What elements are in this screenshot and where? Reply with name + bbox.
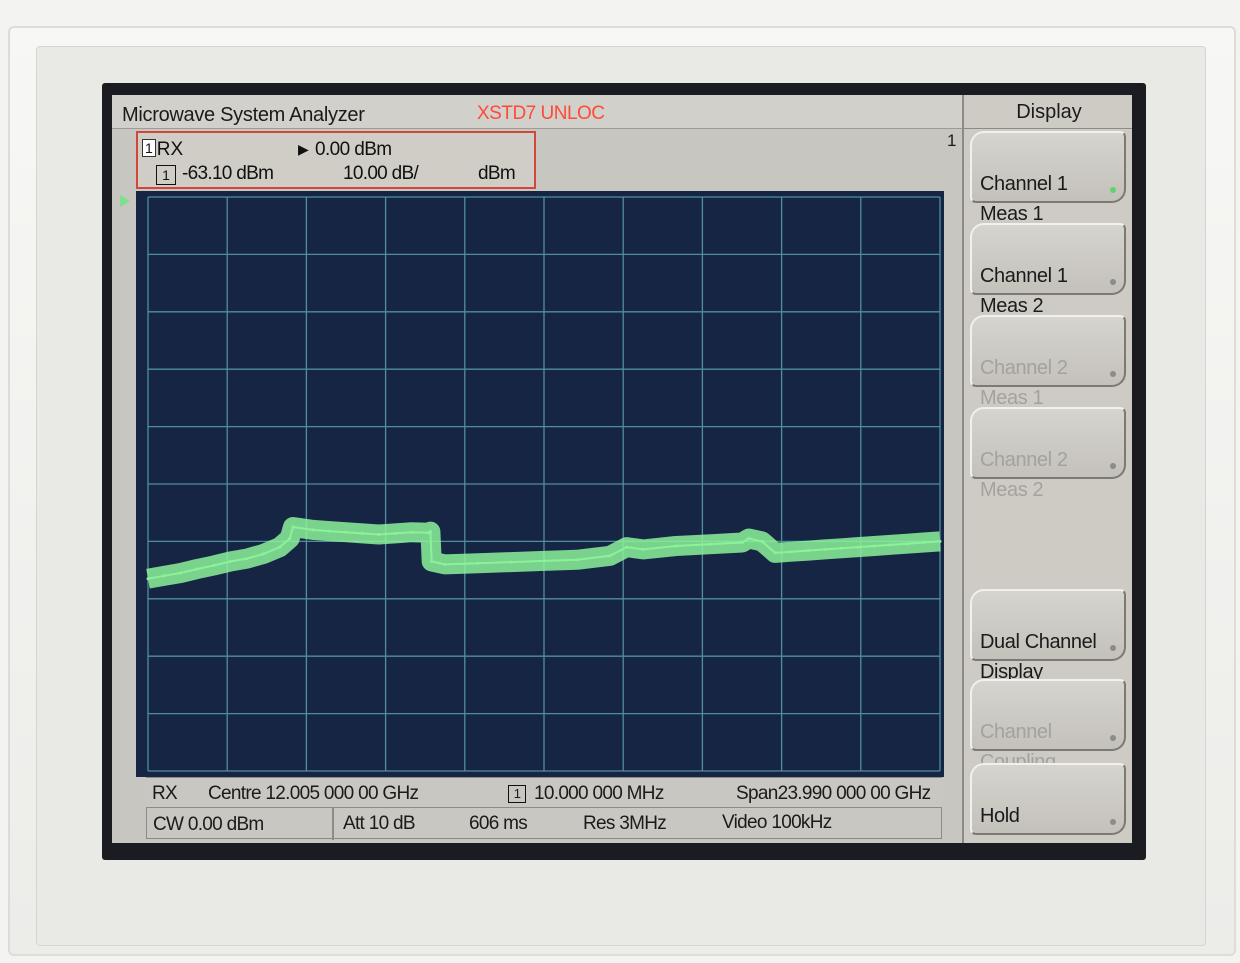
softkey-indicator-icon bbox=[1110, 279, 1116, 285]
trace-point bbox=[872, 544, 876, 548]
trace-point bbox=[311, 528, 315, 532]
info-centre: Centre 12.005 000 00 GHz bbox=[208, 783, 419, 804]
trace-point bbox=[790, 550, 794, 554]
info-channel: RX bbox=[152, 783, 178, 804]
trace-point bbox=[476, 561, 480, 565]
channel-number: 1 bbox=[142, 139, 156, 157]
marker-number: 1 bbox=[156, 165, 176, 185]
trace-point bbox=[823, 547, 827, 551]
info-divider bbox=[332, 808, 334, 840]
trace-point bbox=[179, 571, 183, 575]
softkey-label: Channel 2 Meas 1 bbox=[980, 357, 1068, 409]
marker-readout: 1 RX ▶ 0.00 dBm 1 -63.10 dBm 10.00 dB/ dB… bbox=[136, 131, 536, 189]
trace-point bbox=[162, 574, 166, 578]
status-alert: XSTD7 UNLOC bbox=[477, 103, 605, 124]
marker-indicator: 1 bbox=[947, 131, 957, 150]
trace-point bbox=[360, 531, 364, 535]
softkey-label: Channel 1 Meas 1 bbox=[980, 173, 1068, 225]
trace-point bbox=[575, 558, 579, 562]
info-marker-box: 1 bbox=[508, 785, 526, 803]
softkey-panel: Display Channel 1 Meas 1 Channel 1 Meas … bbox=[962, 95, 1132, 843]
trace-point bbox=[195, 567, 199, 571]
reference-level: 0.00 dBm bbox=[315, 139, 392, 160]
reference-arrow-icon: ▶ bbox=[298, 141, 309, 157]
trace-point bbox=[856, 545, 860, 549]
info-attenuation: Att 10 dB bbox=[343, 813, 416, 834]
trace-point bbox=[839, 546, 843, 550]
trace-point bbox=[707, 542, 711, 546]
grid bbox=[147, 196, 941, 772]
spectrum-svg bbox=[146, 196, 942, 772]
trace-point bbox=[327, 529, 331, 533]
source-info-bar: CW 0.00 dBm Att 10 dB 606 ms Res 3MHz Vi… bbox=[146, 807, 942, 840]
spectrum-plot[interactable] bbox=[136, 191, 944, 777]
trace-point bbox=[291, 525, 295, 529]
softkey-indicator-icon bbox=[1110, 819, 1116, 825]
trace-point bbox=[806, 549, 810, 553]
trace-point bbox=[288, 537, 292, 541]
trace-point bbox=[747, 537, 751, 541]
softkey-indicator-icon bbox=[1110, 463, 1116, 469]
trace-point bbox=[674, 544, 678, 548]
softkey-label: Channel 2 Meas 2 bbox=[980, 449, 1068, 501]
softkey-indicator-icon bbox=[1110, 645, 1116, 651]
softkey-dual-channel-display[interactable]: Dual Channel Display bbox=[970, 589, 1126, 683]
channel-tag: 1 RX bbox=[142, 139, 183, 161]
info-marker-freq: 10.000 000 MHz bbox=[534, 783, 664, 804]
info-span: Span23.990 000 00 GHz bbox=[736, 783, 931, 804]
info-sweep-time: 606 ms bbox=[469, 813, 528, 834]
softkey-channel-1-meas-2[interactable]: Channel 1 Meas 2 bbox=[970, 223, 1126, 317]
channel-name: RX bbox=[156, 139, 184, 160]
softkey-label: Dual Channel Display bbox=[980, 631, 1097, 683]
amplitude-unit: dBm bbox=[478, 163, 516, 184]
trace-point bbox=[228, 559, 232, 563]
trace-point bbox=[212, 564, 216, 568]
trace-point bbox=[773, 551, 777, 555]
softkey-label: Hold bbox=[980, 805, 1020, 827]
info-cw: CW 0.00 dBm bbox=[153, 814, 264, 835]
info-resolution-bw: Res 3MHz bbox=[583, 813, 667, 834]
trace-point bbox=[428, 530, 432, 534]
softkey-indicator-icon bbox=[1110, 735, 1116, 741]
softkey-channel-2-meas-2[interactable]: Channel 2 Meas 2 bbox=[970, 407, 1126, 501]
trace-point bbox=[146, 577, 150, 581]
reference-level-marker-icon bbox=[120, 195, 130, 207]
softkey-channel-2-meas-1[interactable]: Channel 2 Meas 1 bbox=[970, 315, 1126, 409]
trace-point bbox=[443, 562, 447, 566]
trace-point bbox=[278, 545, 282, 549]
frequency-info-bar: RX Centre 12.005 000 00 GHz 1 10.000 000 … bbox=[146, 777, 942, 807]
trace-point bbox=[938, 539, 942, 543]
softkey-label: Channel 1 Meas 2 bbox=[980, 265, 1068, 317]
trace-point bbox=[542, 559, 546, 563]
scale-per-division: 10.00 dB/ bbox=[343, 163, 419, 184]
trace-point bbox=[410, 530, 414, 534]
info-video-bw: Video 100kHz bbox=[722, 812, 832, 833]
trace-point bbox=[344, 530, 348, 534]
softkey-indicator-icon bbox=[1110, 371, 1116, 377]
trace-point bbox=[377, 533, 381, 537]
trace-point bbox=[509, 560, 513, 564]
analyzer-screen: Microwave System Analyzer XSTD7 UNLOC 1 … bbox=[112, 95, 1132, 843]
softkey-channel-coupling[interactable]: Channel Coupling bbox=[970, 679, 1126, 773]
trace-point bbox=[641, 547, 645, 551]
marker-value: -63.10 dBm bbox=[182, 163, 274, 184]
trace-point bbox=[393, 531, 397, 535]
trace-point bbox=[608, 554, 612, 558]
softkey-indicator-icon bbox=[1110, 187, 1116, 193]
trace-point bbox=[245, 557, 249, 561]
trace-point bbox=[261, 552, 265, 556]
softkey-channel-1-meas-1[interactable]: Channel 1 Meas 1 bbox=[970, 131, 1126, 225]
trace-point bbox=[889, 543, 893, 547]
trace-point bbox=[760, 539, 764, 543]
trace-point bbox=[905, 542, 909, 546]
softkey-hold[interactable]: Hold bbox=[970, 763, 1126, 835]
app-title: Microwave System Analyzer bbox=[122, 104, 365, 126]
trace-point bbox=[740, 541, 744, 545]
info-marker: 1 10.000 000 MHz bbox=[508, 783, 664, 805]
title-bar: Microwave System Analyzer XSTD7 UNLOC bbox=[112, 95, 962, 129]
trace-point bbox=[922, 541, 926, 545]
trace-point bbox=[625, 545, 629, 549]
trace-point bbox=[430, 559, 434, 563]
softkey-panel-title: Display bbox=[964, 95, 1132, 129]
